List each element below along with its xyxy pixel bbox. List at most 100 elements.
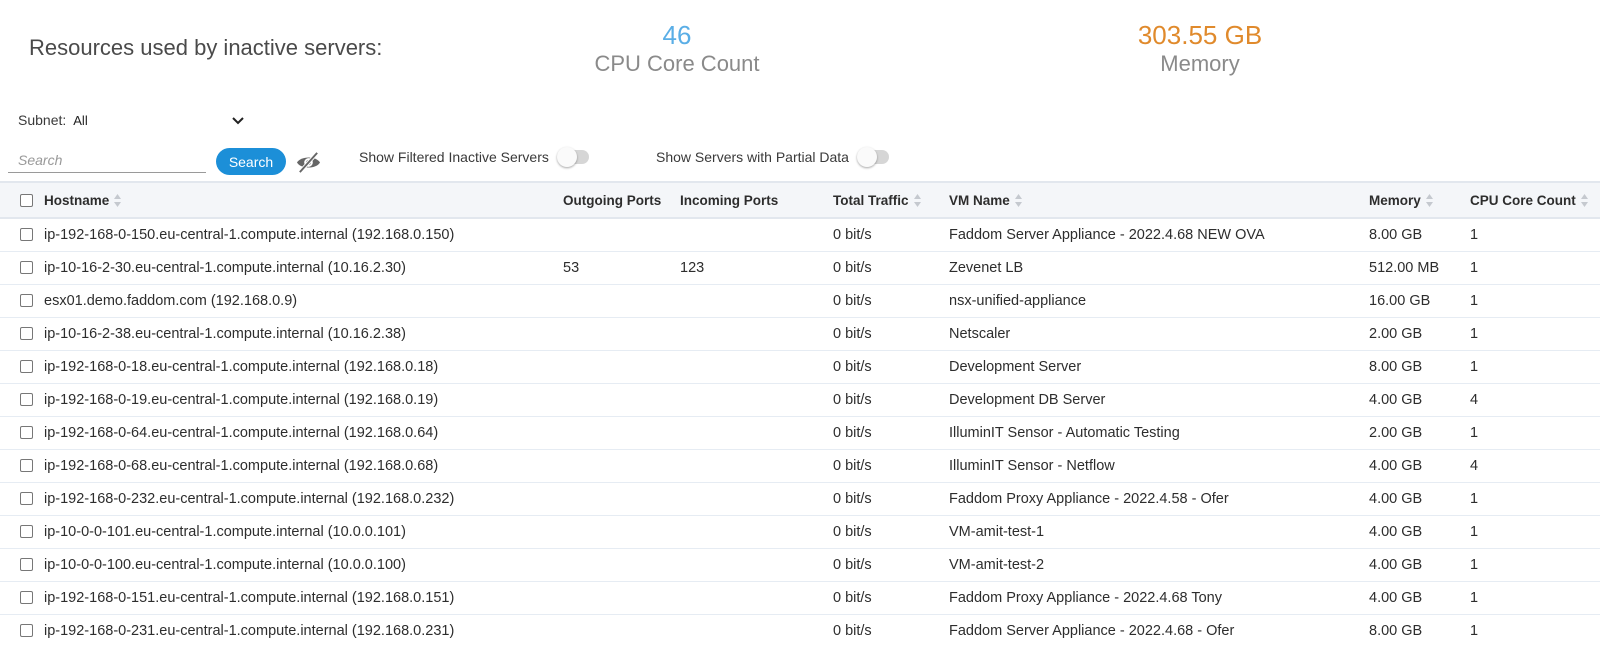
subnet-label: Subnet: <box>18 112 67 128</box>
chevron-down-icon <box>232 117 244 125</box>
cell-incoming <box>680 350 833 383</box>
memory-value: 303.55 GB <box>1137 20 1263 50</box>
table-row[interactable]: ip-192-168-0-151.eu-central-1.compute.in… <box>0 581 1600 614</box>
table-row[interactable]: ip-192-168-0-231.eu-central-1.compute.in… <box>0 614 1600 646</box>
cell-hostname: ip-192-168-0-68.eu-central-1.compute.int… <box>44 457 439 474</box>
cell-hostname: ip-192-168-0-231.eu-central-1.compute.in… <box>44 622 455 639</box>
row-checkbox[interactable] <box>20 525 33 539</box>
cell-traffic: 0 bit/s <box>833 391 872 408</box>
partial-data-toggle[interactable] <box>856 147 889 167</box>
cell-cpu: 1 <box>1470 259 1479 276</box>
cell-outgoing: 53 <box>563 259 580 276</box>
cell-memory: 4.00 GB <box>1369 457 1423 474</box>
cell-cpu: 4 <box>1470 457 1479 474</box>
header-incoming-ports[interactable]: Incoming Ports <box>680 182 833 218</box>
cell-cpu: 1 <box>1470 226 1479 243</box>
row-checkbox[interactable] <box>20 459 33 473</box>
row-checkbox[interactable] <box>20 492 33 506</box>
table-row[interactable]: ip-10-0-0-101.eu-central-1.compute.inter… <box>0 515 1600 548</box>
cell-traffic: 0 bit/s <box>833 424 872 441</box>
filtered-inactive-toggle-group: Show Filtered Inactive Servers <box>359 147 589 167</box>
partial-data-label: Show Servers with Partial Data <box>656 149 849 165</box>
subnet-filter: Subnet: All <box>18 112 245 128</box>
table-row[interactable]: ip-192-168-0-19.eu-central-1.compute.int… <box>0 383 1600 416</box>
eye-slash-icon[interactable] <box>295 150 322 175</box>
header-outgoing-ports[interactable]: Outgoing Ports <box>563 182 680 218</box>
cell-cpu: 1 <box>1470 358 1479 375</box>
filtered-inactive-toggle[interactable] <box>556 147 589 167</box>
search-button[interactable]: Search <box>216 148 286 175</box>
cell-outgoing <box>563 284 680 317</box>
header-total-traffic[interactable]: Total Traffic <box>833 182 949 218</box>
cell-vm: Development DB Server <box>949 391 1106 408</box>
sort-icon <box>1014 194 1022 208</box>
cell-memory: 4.00 GB <box>1369 490 1423 507</box>
row-checkbox[interactable] <box>20 591 33 605</box>
row-checkbox[interactable] <box>20 624 33 638</box>
table-row[interactable]: ip-192-168-0-150.eu-central-1.compute.in… <box>0 218 1600 251</box>
cell-incoming <box>680 482 833 515</box>
cell-hostname: ip-192-168-0-19.eu-central-1.compute.int… <box>44 391 439 408</box>
table-header-row: Hostname Outgoing Ports Incoming Ports T… <box>0 182 1600 218</box>
row-checkbox[interactable] <box>20 426 33 440</box>
row-checkbox[interactable] <box>20 360 33 374</box>
cell-traffic: 0 bit/s <box>833 226 872 243</box>
row-checkbox[interactable] <box>20 228 33 242</box>
cell-cpu: 1 <box>1470 622 1479 639</box>
header-hostname[interactable]: Hostname <box>44 182 563 218</box>
cell-traffic: 0 bit/s <box>833 457 872 474</box>
header-memory[interactable]: Memory <box>1369 182 1470 218</box>
inactive-servers-table: Hostname Outgoing Ports Incoming Ports T… <box>0 181 1600 646</box>
cell-incoming <box>680 548 833 581</box>
cell-memory: 4.00 GB <box>1369 391 1423 408</box>
cpu-core-count-label: CPU Core Count <box>594 51 760 76</box>
cell-hostname: ip-192-168-0-232.eu-central-1.compute.in… <box>44 490 455 507</box>
cell-outgoing <box>563 581 680 614</box>
table-row[interactable]: ip-10-16-2-30.eu-central-1.compute.inter… <box>0 251 1600 284</box>
table-row[interactable]: ip-10-0-0-100.eu-central-1.compute.inter… <box>0 548 1600 581</box>
cell-hostname: ip-10-0-0-100.eu-central-1.compute.inter… <box>44 556 406 573</box>
row-checkbox[interactable] <box>20 558 33 572</box>
cell-traffic: 0 bit/s <box>833 523 872 540</box>
partial-data-toggle-group: Show Servers with Partial Data <box>656 147 889 167</box>
cell-vm: Development Server <box>949 358 1082 375</box>
cell-hostname: ip-192-168-0-64.eu-central-1.compute.int… <box>44 424 439 441</box>
cell-incoming: 123 <box>680 259 705 276</box>
cell-memory: 4.00 GB <box>1369 589 1423 606</box>
memory-label: Memory <box>1160 51 1240 76</box>
cell-outgoing <box>563 482 680 515</box>
cell-cpu: 1 <box>1470 490 1479 507</box>
cell-cpu: 4 <box>1470 391 1479 408</box>
cell-memory: 2.00 GB <box>1369 325 1423 342</box>
subnet-select-value: All <box>73 112 88 128</box>
table-row[interactable]: esx01.demo.faddom.com (192.168.0.9) 0 bit… <box>0 284 1600 317</box>
header-cpu-core-count[interactable]: CPU Core Count <box>1470 182 1600 218</box>
cell-traffic: 0 bit/s <box>833 490 872 507</box>
table-row[interactable]: ip-192-168-0-18.eu-central-1.compute.int… <box>0 350 1600 383</box>
search-input[interactable] <box>8 147 206 173</box>
cell-incoming <box>680 218 833 251</box>
table-row[interactable]: ip-192-168-0-68.eu-central-1.compute.int… <box>0 449 1600 482</box>
cell-traffic: 0 bit/s <box>833 589 872 606</box>
cell-outgoing <box>563 317 680 350</box>
cell-cpu: 1 <box>1470 589 1479 606</box>
row-checkbox[interactable] <box>20 294 33 308</box>
cell-traffic: 0 bit/s <box>833 259 872 276</box>
subnet-select[interactable]: All <box>73 113 245 128</box>
cell-hostname: esx01.demo.faddom.com (192.168.0.9) <box>44 292 298 309</box>
table-row[interactable]: ip-10-16-2-38.eu-central-1.compute.inter… <box>0 317 1600 350</box>
cell-traffic: 0 bit/s <box>833 556 872 573</box>
sort-icon <box>1580 194 1588 208</box>
row-checkbox[interactable] <box>20 327 33 341</box>
table-row[interactable]: ip-192-168-0-64.eu-central-1.compute.int… <box>0 416 1600 449</box>
cell-outgoing <box>563 350 680 383</box>
cell-memory: 4.00 GB <box>1369 523 1423 540</box>
cell-hostname: ip-192-168-0-150.eu-central-1.compute.in… <box>44 226 455 243</box>
cell-incoming <box>680 581 833 614</box>
select-all-checkbox[interactable] <box>20 194 33 208</box>
header-vm-name[interactable]: VM Name <box>949 182 1369 218</box>
row-checkbox[interactable] <box>20 261 33 275</box>
table-row[interactable]: ip-192-168-0-232.eu-central-1.compute.in… <box>0 482 1600 515</box>
memory-metric: 303.55 GB Memory <box>1100 20 1300 78</box>
row-checkbox[interactable] <box>20 393 33 407</box>
